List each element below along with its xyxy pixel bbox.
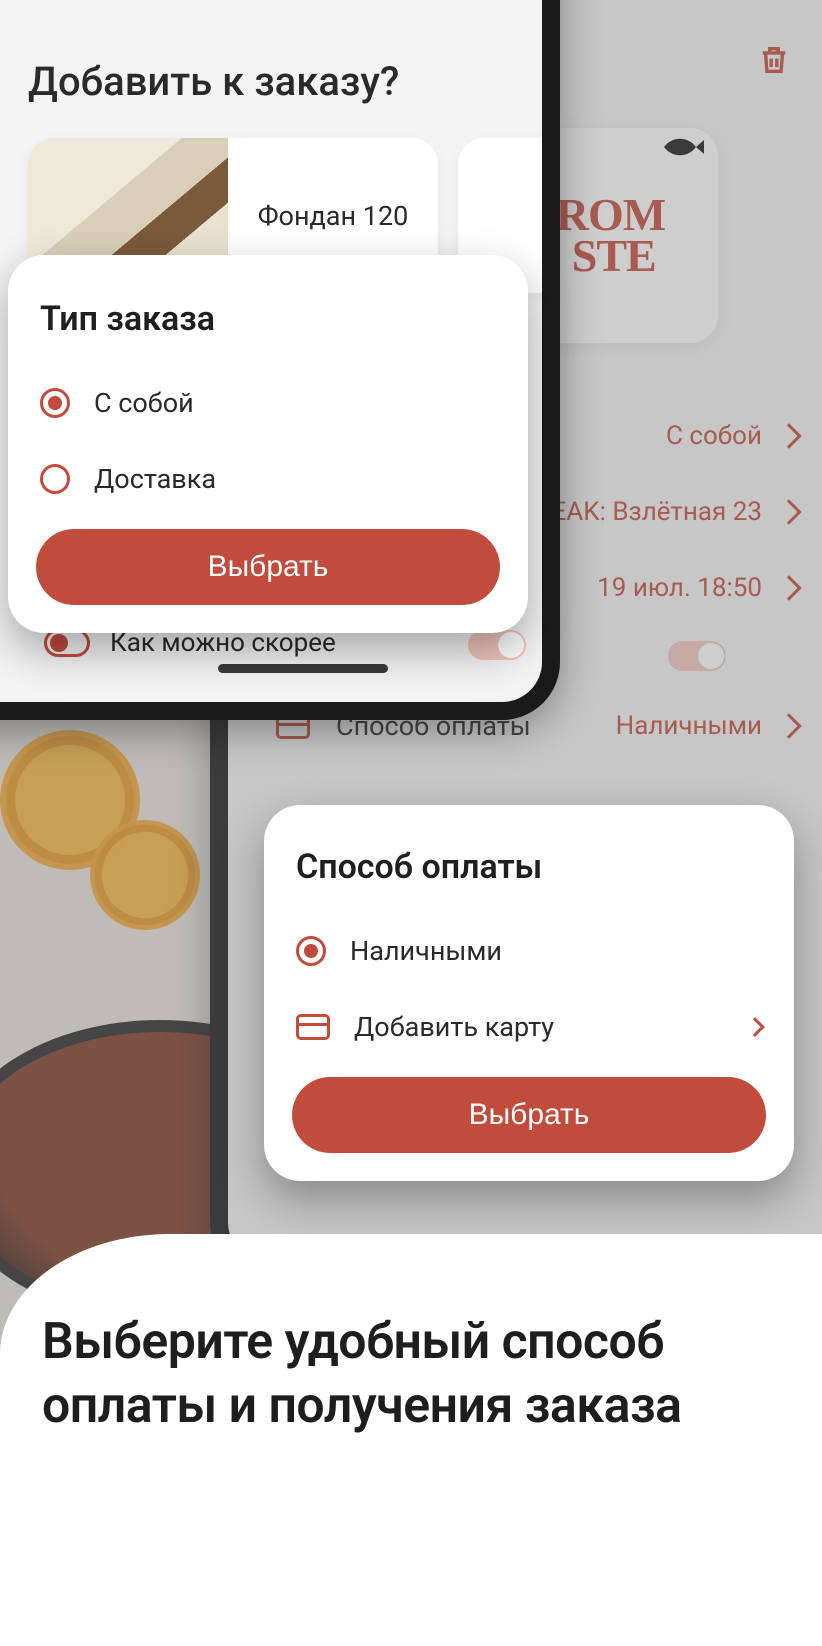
drag-handle [218,664,388,673]
asap-toggle-front[interactable] [468,630,526,660]
chevron-right-icon [776,423,801,448]
option-label: С собой [94,387,194,419]
radio-selected-icon [40,388,70,418]
modal-title: Способ оплаты [292,847,766,887]
option-delivery[interactable]: Доставка [36,449,500,509]
promo-caption-text: Выберите удобный способ оплаты и получен… [42,1310,822,1438]
select-button[interactable]: Выбрать [292,1077,766,1153]
product-name: Фондан 120 [228,200,438,232]
payment-method-modal: Способ оплаты Наличными Добавить карту В… [264,805,794,1181]
chevron-right-icon [776,713,801,738]
radio-selected-icon [296,936,326,966]
select-button[interactable]: Выбрать [36,529,500,605]
delete-button[interactable] [750,36,798,84]
chevron-right-icon [745,1017,765,1037]
option-cash[interactable]: Наличными [292,921,766,981]
order-type-modal: Тип заказа С собой Доставка Выбрать [8,255,528,633]
payment-value: Наличными [616,711,762,741]
option-label: Доставка [94,463,216,495]
button-label: Выбрать [469,1098,590,1132]
logo-text-2: STE [556,230,656,281]
asap-toggle[interactable] [668,641,726,671]
option-label: Наличными [350,935,502,967]
option-label: Добавить карту [354,1011,554,1043]
time-value: 19 июл. 18:50 [597,573,762,603]
card-icon [296,1014,330,1040]
address-value: EAK: Взлётная 23 [552,497,762,527]
option-pickup[interactable]: С собой [36,373,500,433]
promo-caption-panel: Выберите удобный способ оплаты и получен… [0,1234,822,1646]
radio-icon [40,464,70,494]
chevron-right-icon [776,575,801,600]
toggle-icon [44,629,90,657]
order-type-value: С собой [666,421,762,451]
modal-title: Тип заказа [36,299,500,339]
button-label: Выбрать [208,550,329,584]
chevron-right-icon [776,499,801,524]
fish-icon [662,136,704,158]
trash-icon [757,43,791,77]
brand-logo: ROM STE [556,195,665,276]
option-add-card[interactable]: Добавить карту [292,997,766,1057]
page-title: Добавить к заказу? [28,58,399,105]
